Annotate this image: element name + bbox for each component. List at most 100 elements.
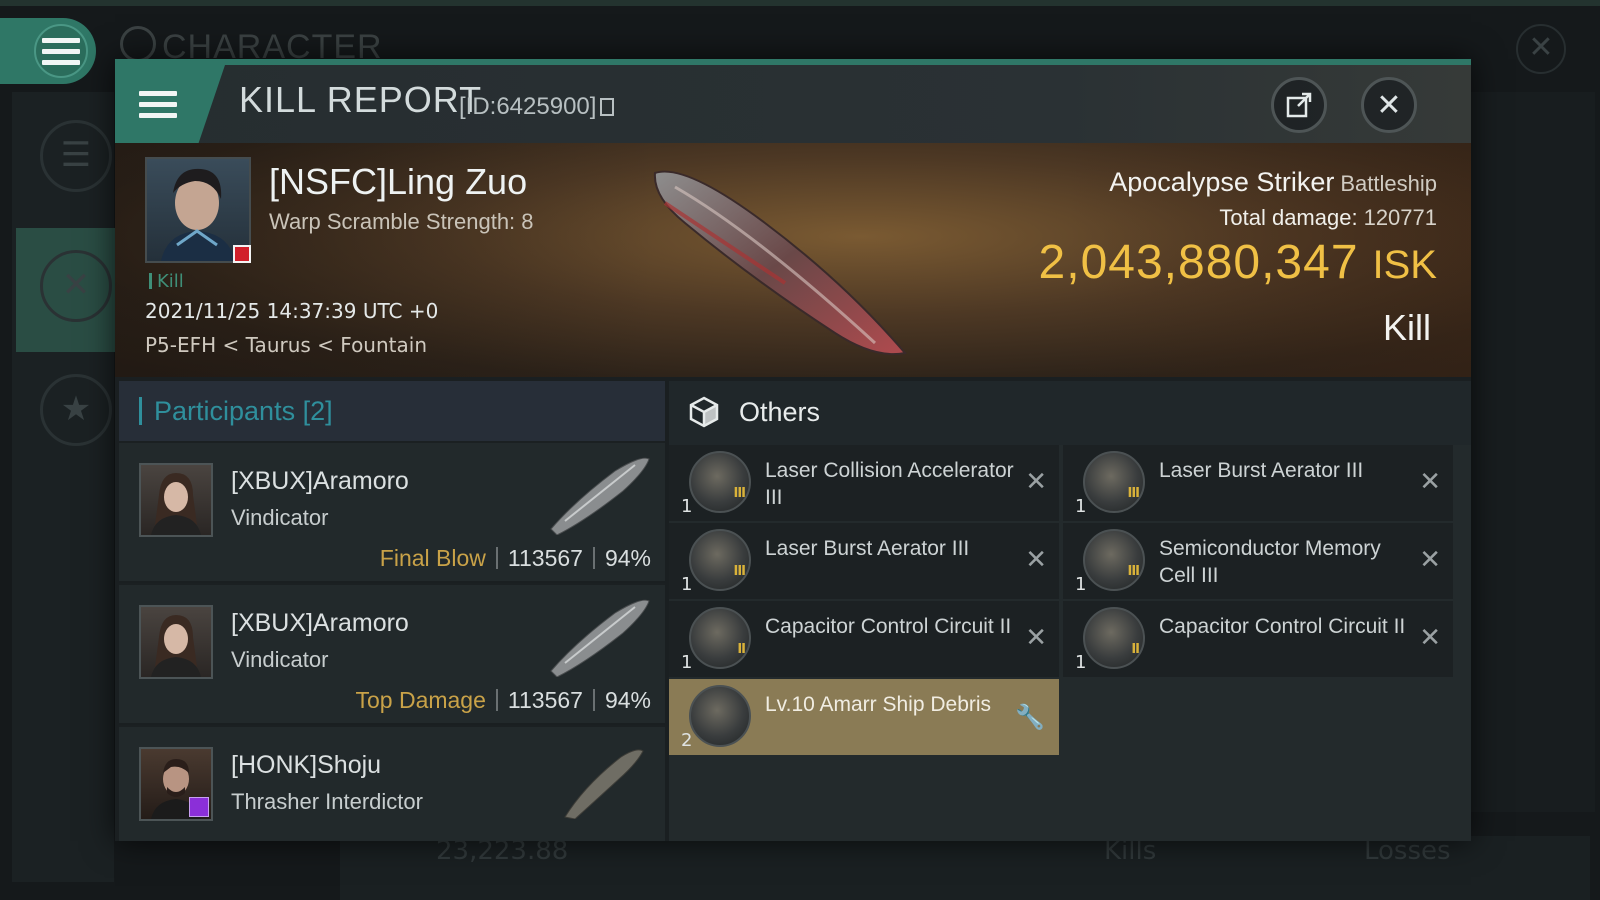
victim-ship-name: Apocalypse Striker: [1109, 167, 1335, 197]
participant-name: [XBUX]Aramoro: [231, 467, 409, 495]
background-menu-button[interactable]: [0, 18, 96, 84]
copy-icon[interactable]: [600, 98, 615, 116]
item-quantity: 1: [681, 574, 693, 595]
item-quantity: 1: [1075, 574, 1087, 595]
participant-stats: Top Damage 113567 94%: [355, 687, 651, 714]
item-name: Laser Burst Aerator III: [1159, 459, 1364, 482]
item-quantity: 1: [681, 496, 693, 517]
destroyed-icon: ✕: [1025, 623, 1047, 653]
list-icon[interactable]: ☰: [40, 120, 112, 192]
participant-ship-image: [550, 457, 650, 535]
item-row-dropped[interactable]: 2 Lv.10 Amarr Ship Debris 🔧: [669, 679, 1059, 755]
victim-subtitle: Warp Scramble Strength: 8: [269, 209, 534, 234]
participant-ship: Vindicator: [231, 505, 329, 530]
participants-panel: Participants [2] [XBUX]Aramoro Vindicato…: [119, 381, 665, 841]
module-icon: III: [1083, 529, 1145, 591]
total-damage: Total damage: 120771: [1219, 205, 1437, 231]
module-icon: II: [689, 607, 751, 669]
participant-row[interactable]: [XBUX]Aramoro Vindicator Final Blow 11356…: [119, 443, 665, 583]
victim-name[interactable]: [NSFC]Ling Zuo: [269, 161, 527, 203]
item-name: Laser Collision Accelerator III: [765, 459, 1014, 509]
item-name: Laser Burst Aerator III: [765, 537, 970, 560]
participant-damage: 113567: [507, 687, 583, 713]
item-row[interactable]: II 1 Capacitor Control Circuit II ✕: [1063, 601, 1453, 677]
kill-tag: Kill: [149, 271, 184, 292]
item-name: Capacitor Control Circuit II: [1159, 615, 1406, 638]
modal-menu-button[interactable]: [115, 65, 225, 143]
participant-ship-image: [550, 599, 650, 677]
modal-header: KILL REPORT [ID:6425900] ✕: [115, 65, 1471, 143]
total-damage-value: 120771: [1363, 205, 1437, 230]
victim-banner: [NSFC]Ling Zuo Warp Scramble Strength: 8…: [115, 143, 1471, 377]
share-icon: [1286, 92, 1312, 118]
victim-ship-class: Battleship: [1340, 171, 1437, 196]
participant-ship: Vindicator: [231, 647, 329, 672]
item-row[interactable]: III 1 Laser Burst Aerator III ✕: [1063, 445, 1453, 521]
others-panel: Others III 1 Laser Collision Accelerator…: [669, 381, 1471, 841]
kill-location[interactable]: P5-EFH < Taurus < Fountain: [145, 333, 427, 357]
close-button[interactable]: ✕: [1361, 77, 1417, 133]
participant-name: [XBUX]Aramoro: [231, 609, 409, 637]
background-close-button[interactable]: ✕: [1516, 24, 1566, 74]
background-menu-icon: [34, 24, 88, 78]
module-icon: III: [689, 529, 751, 591]
participant-ship: Thrasher Interdictor: [231, 789, 423, 814]
participant-stats: Final Blow 113567 94%: [380, 545, 651, 572]
isk-value: 2,043,880,347 ISK: [1039, 235, 1437, 290]
module-icon: II: [1083, 607, 1145, 669]
others-title: Others: [739, 397, 821, 427]
participant-row[interactable]: [XBUX]Aramoro Vindicator Top Damage 11356…: [119, 585, 665, 725]
destroyed-icon: ✕: [1025, 545, 1047, 575]
module-icon: III: [689, 451, 751, 513]
item-name: Semiconductor Memory Cell III: [1159, 537, 1381, 587]
item-name: Lv.10 Amarr Ship Debris: [765, 693, 992, 716]
participant-tag: Top Damage: [355, 687, 486, 713]
hamburger-icon: [139, 85, 177, 124]
kill-report-modal: KILL REPORT [ID:6425900] ✕ [NSFC]Ling Zu…: [115, 59, 1471, 841]
module-icon: III: [1083, 451, 1145, 513]
isk-unit: ISK: [1372, 243, 1437, 287]
participant-ship-image: [564, 749, 644, 819]
victim-ship-image: [653, 170, 907, 356]
item-quantity: 1: [1075, 652, 1087, 673]
share-button[interactable]: [1271, 77, 1327, 133]
victim-avatar[interactable]: [145, 157, 251, 263]
isk-amount: 2,043,880,347: [1038, 236, 1359, 289]
item-quantity: 2: [681, 730, 693, 751]
kill-id-text: [ID:6425900]: [459, 93, 597, 120]
participant-percent: 94%: [604, 687, 651, 713]
item-row[interactable]: III 1 Laser Collision Accelerator III ✕: [669, 445, 1059, 521]
participant-avatar: [139, 605, 213, 679]
destroyed-icon: ✕: [1419, 623, 1441, 653]
close-icon: ✕: [1376, 87, 1402, 123]
total-damage-label: Total damage:: [1219, 205, 1358, 230]
item-row[interactable]: II 1 Capacitor Control Circuit II ✕: [669, 601, 1059, 677]
background-top-bar: [0, 0, 1600, 6]
participant-damage: 113567: [507, 545, 583, 571]
hostile-badge: [233, 245, 251, 263]
debris-icon: [689, 685, 751, 747]
item-name: Capacitor Control Circuit II: [765, 615, 1012, 638]
participant-tag: Final Blow: [379, 545, 486, 571]
others-header: Others: [669, 381, 1471, 445]
kill-result: Kill: [1382, 307, 1431, 348]
item-row[interactable]: III 1 Semiconductor Memory Cell III ✕: [1063, 523, 1453, 599]
participant-row[interactable]: [HONK]Shoju Thrasher Interdictor: [119, 727, 665, 841]
cube-icon: [689, 396, 719, 428]
crossed-swords-icon[interactable]: ✕: [40, 250, 112, 322]
destroyed-icon: ✕: [1419, 545, 1441, 575]
item-quantity: 1: [1075, 496, 1087, 517]
modal-title: KILL REPORT: [239, 79, 483, 120]
star-icon[interactable]: ★: [40, 374, 112, 446]
background-bottom-bar: 23,223.88 Kills Losses: [340, 836, 1590, 900]
wrench-icon: 🔧: [1015, 703, 1045, 731]
item-row[interactable]: III 1 Laser Burst Aerator III ✕: [669, 523, 1059, 599]
destroyed-icon: ✕: [1025, 467, 1047, 497]
character-icon: [120, 26, 156, 62]
participants-header[interactable]: Participants [2]: [119, 381, 665, 441]
corp-badge: [189, 797, 209, 817]
participant-avatar: [139, 747, 213, 821]
victim-ship[interactable]: Apocalypse Striker Battleship: [1109, 167, 1437, 198]
background-sidebar: [12, 92, 114, 882]
item-quantity: 1: [681, 652, 693, 673]
